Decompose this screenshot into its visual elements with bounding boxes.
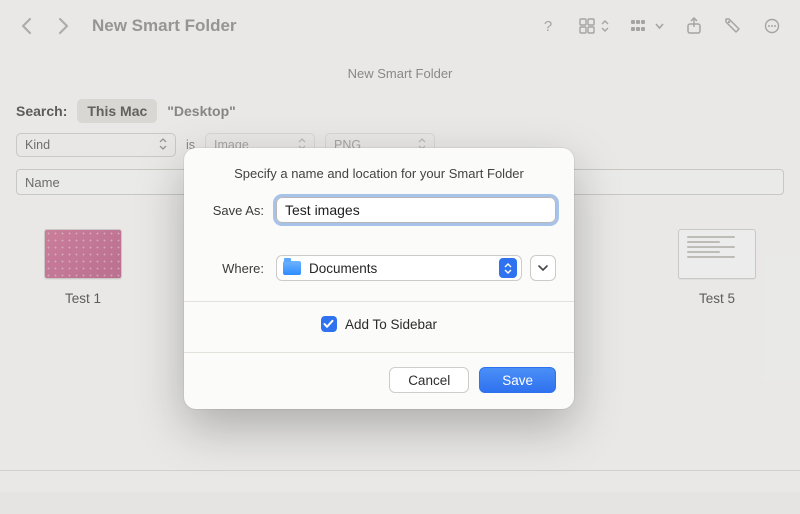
file-item[interactable]: Test 5 (678, 229, 756, 306)
chevron-down-icon (538, 264, 548, 272)
toolbar: New Smart Folder ? (0, 0, 800, 52)
save-as-label: Save As: (202, 203, 264, 218)
nav-back-button[interactable] (14, 13, 40, 39)
scope-desktop[interactable]: "Desktop" (167, 103, 236, 119)
group-icon[interactable] (625, 15, 670, 37)
where-value: Documents (309, 261, 377, 276)
folder-icon (283, 261, 301, 275)
add-to-sidebar-checkbox[interactable] (321, 316, 337, 332)
expand-dialog-button[interactable] (530, 255, 556, 281)
where-label: Where: (202, 261, 264, 276)
cancel-label: Cancel (408, 373, 450, 388)
file-item[interactable]: Test 1 (44, 229, 122, 306)
search-scope-row: Search: This Mac "Desktop" (0, 89, 800, 129)
window-title: New Smart Folder (92, 16, 237, 36)
view-grid-icon[interactable] (573, 14, 615, 38)
cancel-button[interactable]: Cancel (389, 367, 469, 393)
file-thumbnail (44, 229, 122, 279)
select-stepper-icon (499, 258, 517, 278)
subtitle: New Smart Folder (0, 52, 800, 89)
file-thumbnail (678, 229, 756, 279)
file-name: Test 1 (65, 291, 101, 306)
check-icon (323, 319, 334, 329)
more-icon[interactable] (758, 14, 786, 38)
separator (184, 301, 574, 302)
separator (184, 352, 574, 353)
share-icon[interactable] (680, 13, 708, 39)
search-label: Search: (16, 103, 67, 119)
chevron-updown-icon (159, 138, 167, 153)
where-select[interactable]: Documents (276, 255, 522, 281)
help-icon[interactable]: ? (533, 13, 563, 39)
save-button[interactable]: Save (479, 367, 556, 393)
sheet-title: Specify a name and location for your Sma… (202, 166, 556, 181)
criteria-attribute-label: Kind (25, 138, 50, 152)
status-bar (0, 470, 800, 492)
name-filter-label: Name (25, 175, 60, 190)
save-sheet: Specify a name and location for your Sma… (184, 148, 574, 409)
scope-this-mac[interactable]: This Mac (77, 99, 157, 123)
nav-forward-button[interactable] (50, 13, 76, 39)
add-to-sidebar-label: Add To Sidebar (345, 317, 437, 332)
save-label: Save (502, 373, 533, 388)
tag-icon[interactable] (718, 13, 748, 39)
svg-text:?: ? (544, 18, 552, 35)
file-name: Test 5 (699, 291, 735, 306)
save-as-input[interactable] (276, 197, 556, 223)
criteria-attribute-select[interactable]: Kind (16, 133, 176, 157)
